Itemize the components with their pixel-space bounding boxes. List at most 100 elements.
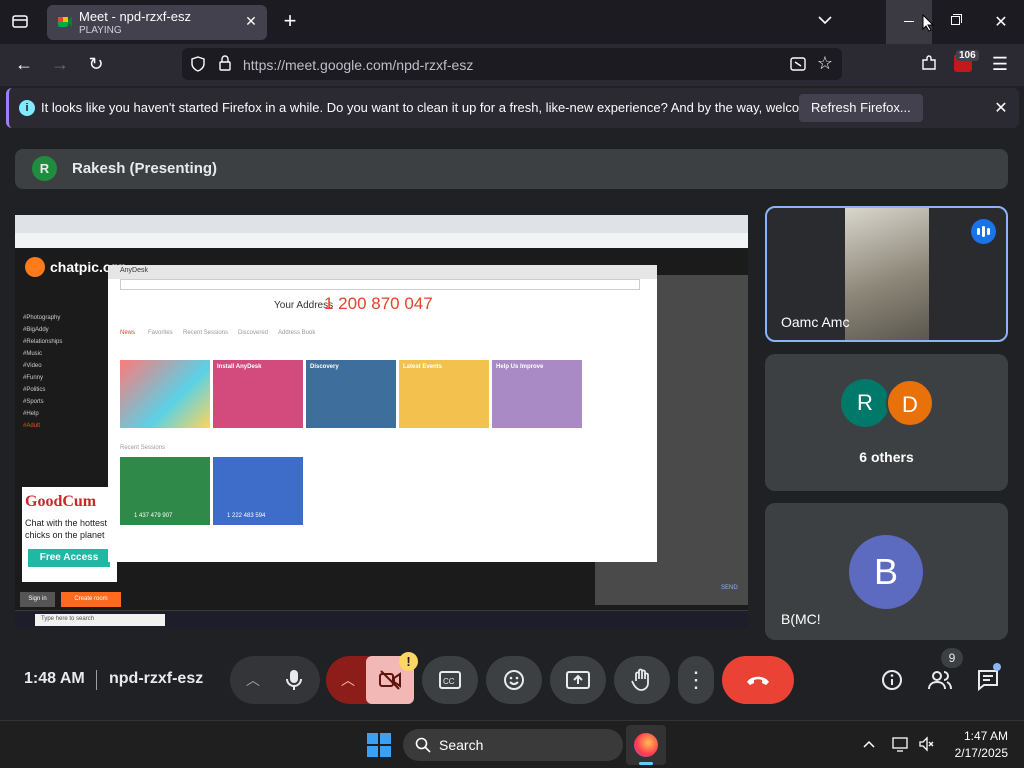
chat-logo-icon <box>25 257 45 277</box>
new-tab-icon[interactable]: + <box>280 10 300 32</box>
anydesk-card <box>120 360 210 428</box>
ad-text: Chat with the hottest chicks on the plan… <box>25 518 108 540</box>
windows-taskbar: Search 1:47 AM 2/17/2025 <box>0 720 1024 768</box>
chat-icon[interactable] <box>977 669 999 696</box>
browser-tab-bar: Meet - npd-rzxf-esz PLAYING ✕ + ✕ <box>0 0 1024 44</box>
forward-icon[interactable]: → <box>50 54 70 75</box>
remote-search: Type here to search <box>35 614 165 626</box>
remote-url-bar <box>15 233 748 248</box>
remote-tab-strip <box>15 215 748 233</box>
divider <box>96 670 97 690</box>
anydesk-tab-address-book: Address Book <box>278 330 316 336</box>
participant-tile-b[interactable]: B B(MC! <box>765 503 1008 640</box>
raise-hand-button[interactable] <box>614 656 670 704</box>
show-hidden-icons-chevron[interactable] <box>860 735 878 753</box>
notification-text: It looks like you haven't started Firefo… <box>41 100 852 115</box>
chat-sidebar: #Photography #BigAddy #Relationships #Mu… <box>23 315 113 475</box>
anydesk-card: Install AnyDesk <box>213 360 303 428</box>
clock-date[interactable]: 2/17/2025 <box>943 746 1008 760</box>
sidebar-item: #Help <box>23 411 39 417</box>
firefox-icon <box>634 733 658 757</box>
more-vert-icon: ⋮ <box>685 667 707 692</box>
windows-start-icon[interactable] <box>367 733 391 757</box>
info-icon: i <box>19 100 35 116</box>
avatar-r: R <box>841 379 889 427</box>
hand-icon <box>631 668 649 691</box>
signin-button: Sign in <box>20 592 55 607</box>
sidebar-item: #Funny <box>23 375 44 381</box>
list-all-tabs-chevron-icon[interactable] <box>815 12 835 30</box>
reload-icon[interactable]: ↻ <box>86 54 106 75</box>
close-window-button[interactable]: ✕ <box>978 12 1024 32</box>
firefox-notification-bar: i It looks like you haven't started Fire… <box>6 88 1019 128</box>
clock-time[interactable]: 1:47 AM <box>958 729 1008 743</box>
svg-text:CC: CC <box>443 677 455 686</box>
sidebar-item: #BigAddy <box>23 327 49 333</box>
anydesk-card: Latest Events <box>399 360 489 428</box>
microphone-icon[interactable] <box>284 669 304 691</box>
anydesk-tab-news: News <box>120 330 136 336</box>
hang-up-icon <box>747 676 769 685</box>
tab-list-icon[interactable] <box>10 12 30 32</box>
present-screen-icon <box>566 671 590 689</box>
sidebar-item: #Sports <box>23 399 44 405</box>
anydesk-tab-discovered: Discovered <box>238 330 269 336</box>
url-bar[interactable]: https://meet.google.com/npd-rzxf-esz ☆ <box>182 48 842 80</box>
meeting-time: 1:48 AM <box>24 670 85 687</box>
others-label: 6 others <box>859 449 914 465</box>
presenter-label: Rakesh (Presenting) <box>72 160 218 177</box>
network-icon[interactable] <box>892 736 908 757</box>
sidebar-item: #Photography <box>23 315 61 321</box>
active-tab[interactable]: Meet - npd-rzxf-esz PLAYING ✕ <box>47 5 267 40</box>
bookmark-star-icon[interactable]: ☆ <box>816 53 834 74</box>
create-room-button: Create room <box>61 592 121 607</box>
more-options-button[interactable]: ⋮ <box>678 656 714 704</box>
participant-tile-others[interactable]: R D 6 others <box>765 354 1008 491</box>
anydesk-titlebar <box>108 265 657 279</box>
notification-close-icon[interactable]: ✕ <box>992 98 1010 118</box>
restore-button[interactable] <box>932 0 978 44</box>
leave-call-button[interactable] <box>722 656 794 704</box>
sidebar-item: #Music <box>23 351 43 357</box>
taskbar-search-box[interactable]: Search <box>403 729 623 761</box>
search-icon <box>415 737 431 753</box>
anydesk-card: Discovery <box>306 360 396 428</box>
anydesk-window: AnyDesk Your Address 1 200 870 047 News … <box>108 265 657 562</box>
lock-icon[interactable] <box>218 55 232 76</box>
recent-sessions-label: Recent Sessions <box>120 445 166 451</box>
recent-session-card: 1 437 479 907 <box>120 457 210 525</box>
shared-screen: chatpic.org #Photography #BigAddy #Relat… <box>15 215 748 628</box>
participant-name: Oamc Amc <box>781 314 850 330</box>
extensions-icon[interactable] <box>920 54 938 77</box>
presenter-avatar: R <box>32 156 57 181</box>
audio-options-button[interactable]: ︿ <box>230 656 320 704</box>
firefox-taskbar-button[interactable] <box>626 725 666 765</box>
captions-button[interactable]: CC <box>422 656 478 704</box>
present-button[interactable] <box>550 656 606 704</box>
shield-icon[interactable] <box>190 56 206 77</box>
address-value: 1 200 870 047 <box>324 294 433 313</box>
tab-close-icon[interactable]: ✕ <box>243 13 259 29</box>
chat-notification-dot <box>993 663 1001 671</box>
meeting-code: npd-rzxf-esz <box>109 670 204 687</box>
anydesk-card: Help Us Improve <box>492 360 582 428</box>
meeting-controls: 1:48 AM npd-rzxf-esz ︿ ︿ ! CC ⋮ 9 <box>0 648 1024 710</box>
sidebar-item: #Politics <box>23 387 46 393</box>
ad-brand: GoodCum <box>25 493 97 510</box>
refresh-firefox-button[interactable]: Refresh Firefox... <box>799 94 923 122</box>
people-icon[interactable] <box>928 669 952 696</box>
emoji-button[interactable] <box>486 656 542 704</box>
sidebar-item: #Relationships <box>23 339 63 345</box>
meet-favicon-icon <box>57 14 73 30</box>
meeting-details-icon[interactable] <box>881 669 903 696</box>
menu-icon[interactable]: ☰ <box>990 54 1010 75</box>
volume-muted-icon[interactable] <box>918 736 934 757</box>
warning-badge: ! <box>399 652 418 671</box>
ad-banner: GoodCum Chat with the hottest chicks on … <box>22 487 117 582</box>
reader-view-icon[interactable] <box>790 56 806 77</box>
back-icon[interactable]: ← <box>14 54 34 75</box>
url-text[interactable]: https://meet.google.com/npd-rzxf-esz <box>243 57 473 73</box>
participant-tile-oamc[interactable]: Oamc Amc <box>765 206 1008 342</box>
chevron-up-icon: ︿ <box>246 672 260 688</box>
addon-badge: 106 <box>956 50 979 61</box>
